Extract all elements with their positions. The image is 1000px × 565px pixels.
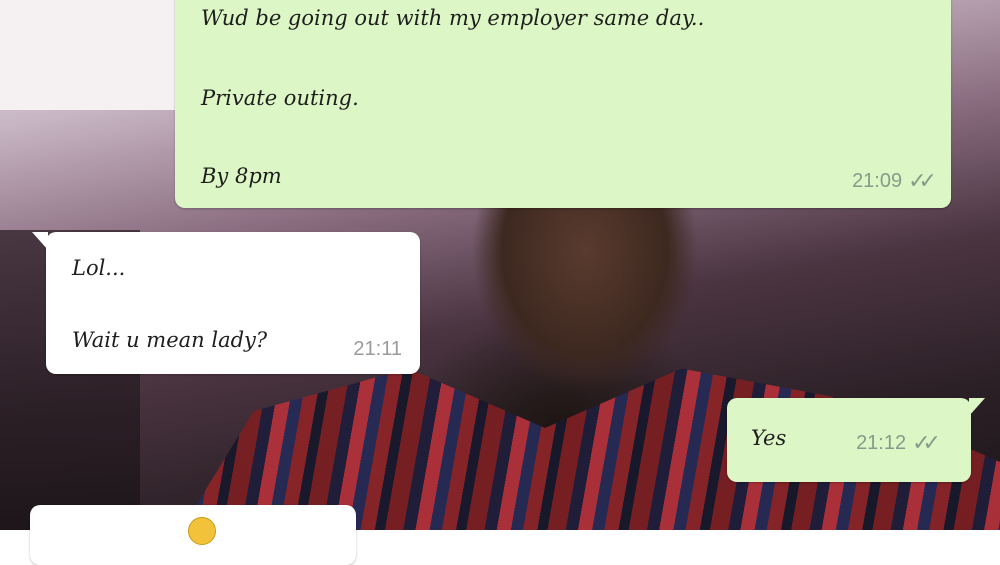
message-text-line: Yes [751, 426, 787, 450]
message-meta: 21:09 ✓✓ [852, 168, 937, 194]
wallpaper-highlight [0, 0, 175, 110]
message-bubble-incoming[interactable]: Lol... Wait u mean lady? 21:11 [32, 232, 420, 374]
message-bubble-outgoing[interactable]: Wud be going out with my employer same d… [175, 0, 951, 208]
message-text-line: Private outing. [201, 86, 359, 110]
message-bubble-outgoing[interactable]: Yes 21:12 ✓✓ [727, 398, 985, 482]
message-text-line: Wud be going out with my employer same d… [201, 6, 705, 30]
message-timestamp: 21:11 [353, 338, 402, 360]
message-text-line: By 8pm [201, 164, 282, 188]
double-check-icon: ✓✓ [908, 168, 937, 193]
bubble-tail [969, 398, 985, 416]
message-meta: 21:12 ✓✓ [856, 430, 941, 456]
message-timestamp: 21:12 [856, 431, 907, 454]
message-bubble-incoming[interactable] [30, 505, 356, 565]
double-check-icon: ✓✓ [912, 430, 941, 455]
bubble-tail [32, 232, 48, 250]
message-text-line: Lol... [72, 256, 126, 280]
face-emoji-icon [188, 517, 216, 545]
message-timestamp: 21:09 [852, 169, 903, 192]
message-meta: 21:11 [353, 338, 402, 361]
message-text-line: Wait u mean lady? [72, 328, 268, 352]
